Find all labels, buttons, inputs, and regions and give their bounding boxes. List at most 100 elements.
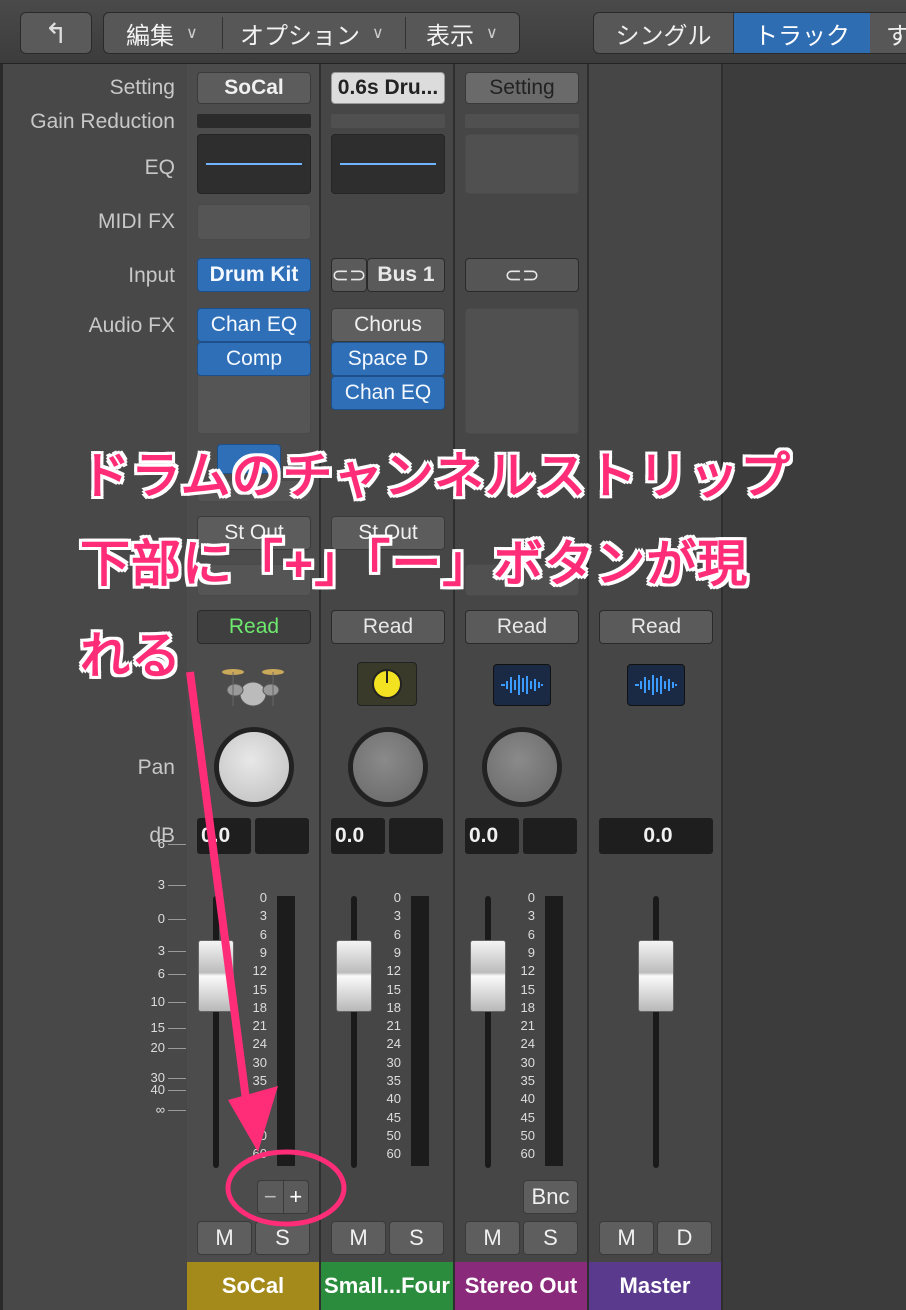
yellow-knob-icon[interactable] (357, 662, 417, 706)
meter-scale-tick: 60 (520, 1146, 535, 1162)
mute-button[interactable]: M (465, 1221, 520, 1255)
automation-button[interactable]: Read (599, 610, 713, 644)
dim-button[interactable]: D (657, 1221, 712, 1255)
meter-scale-tick: 12 (386, 963, 401, 979)
setting-button[interactable]: 0.6s Dru... (331, 72, 445, 104)
meter-scale-tick: 6 (259, 926, 267, 942)
meter-scale-tick: 0 (527, 890, 535, 905)
track-name[interactable]: Master (589, 1262, 721, 1310)
track-name[interactable]: Small...Four (321, 1262, 453, 1310)
mute-button[interactable]: M (331, 1221, 386, 1255)
meter-scale-tick: 35 (386, 1073, 401, 1088)
track-name[interactable]: SoCal (187, 1262, 319, 1310)
minus-button[interactable]: − (258, 1181, 284, 1213)
volume-fader-track[interactable] (653, 896, 659, 1168)
drum-kit-icon[interactable] (221, 660, 285, 710)
fader-scale-tick: 15 (150, 1020, 165, 1035)
back-arrow-icon: ↰ (44, 17, 68, 49)
solo-button[interactable]: S (389, 1221, 444, 1255)
tab-all[interactable]: す (886, 13, 906, 53)
pan-knob[interactable] (487, 732, 557, 802)
chevron-down-icon: ∨ (372, 25, 384, 42)
mute-button[interactable]: M (197, 1221, 252, 1255)
volume-fader-track[interactable] (213, 896, 219, 1168)
meter-scale-tick: 3 (393, 908, 401, 924)
menu-options[interactable]: オプション ∨ (240, 13, 384, 53)
meter-scale-tick: 12 (520, 963, 535, 979)
setting-button[interactable]: Setting (465, 72, 579, 104)
fader-scale-tick: 3 (157, 877, 165, 892)
menu-edit[interactable]: 編集 ∨ (126, 13, 198, 53)
waveform-icon[interactable] (493, 664, 551, 706)
channel-strip-aux: 0.6s Dru... ⊂⊃ Bus 1 Chorus Space D Chan… (321, 64, 455, 1310)
level-meter (545, 896, 563, 1166)
back-button[interactable]: ↰ (20, 12, 92, 54)
fader-scale-tick: 6 (157, 836, 165, 851)
meter-scale-tick: 50 (520, 1127, 535, 1143)
audio-fx-slot-comp[interactable]: Comp (197, 342, 311, 376)
audio-fx-slot-chan-eq[interactable]: Chan EQ (331, 376, 445, 410)
eq-curve (340, 163, 436, 165)
link-icon[interactable]: ⊂⊃ (465, 258, 579, 292)
fader-scale-line (168, 1002, 186, 1003)
audio-fx-slot-space-d[interactable]: Space D (331, 342, 445, 376)
volume-fader-track[interactable] (485, 896, 491, 1168)
volume-fader-track[interactable] (351, 896, 357, 1168)
automation-button[interactable]: Read (197, 610, 311, 644)
midi-fx-slot[interactable] (197, 204, 311, 240)
channel-strip-socal: SoCal Drum Kit Chan EQ Comp St Out Read … (187, 64, 321, 1310)
plus-button[interactable]: + (284, 1181, 309, 1213)
fader-scale-tick: ∞ (155, 1102, 165, 1117)
chevron-down-icon: ∨ (486, 25, 498, 42)
setting-button[interactable]: SoCal (197, 72, 311, 104)
audio-fx-area[interactable] (465, 308, 579, 434)
volume-fader-handle[interactable] (198, 940, 234, 1012)
tab-tracks[interactable]: トラック (734, 13, 870, 53)
automation-button[interactable]: Read (331, 610, 445, 644)
fader-scale-tick: 20 (150, 1040, 165, 1055)
meter-scale-tick: 35 (520, 1073, 535, 1088)
pan-knob[interactable] (219, 732, 289, 802)
label-eq: EQ (144, 156, 175, 179)
db-readout: 0.0 (599, 818, 713, 854)
meter-scale-tick: 12 (252, 963, 267, 979)
peak-readout (255, 818, 309, 854)
meter-scale-tick: 50 (252, 1127, 267, 1143)
meter-scale-tick: 15 (252, 981, 267, 997)
volume-fader-handle[interactable] (336, 940, 372, 1012)
eq-thumbnail[interactable] (331, 134, 445, 194)
link-icon[interactable]: ⊂⊃ (331, 258, 367, 292)
meter-scale-tick: 45 (386, 1109, 401, 1125)
meter-scale-tick: 30 (252, 1054, 267, 1070)
eq-thumbnail[interactable] (465, 134, 579, 194)
mute-button[interactable]: M (599, 1221, 654, 1255)
menu-view-label: 表示 (426, 22, 474, 50)
meter-scale-tick: 21 (252, 1018, 267, 1034)
input-button[interactable]: Bus 1 (367, 258, 445, 292)
volume-fader-handle[interactable] (470, 940, 506, 1012)
menu-view[interactable]: 表示 ∨ (426, 13, 498, 53)
pan-knob[interactable] (353, 732, 423, 802)
solo-button[interactable]: S (523, 1221, 578, 1255)
automation-button[interactable]: Read (465, 610, 579, 644)
level-meter (277, 896, 295, 1166)
meter-scale-tick: 18 (386, 999, 401, 1015)
meter-scale-tick: 35 (252, 1073, 267, 1088)
menu-bar: 編集 ∨ オプション ∨ 表示 ∨ (103, 12, 520, 54)
tab-single[interactable]: シングル (594, 13, 734, 53)
audio-fx-slot-chorus[interactable]: Chorus (331, 308, 445, 342)
meter-scale-tick: 6 (393, 926, 401, 942)
volume-fader-handle[interactable] (638, 940, 674, 1012)
meter-scale-tick: 6 (527, 926, 535, 942)
meter-scale-tick: 45 (252, 1109, 267, 1125)
track-name[interactable]: Stereo Out (455, 1262, 587, 1310)
level-meter (411, 896, 429, 1166)
chevron-down-icon: ∨ (186, 25, 198, 42)
gain-reduction-meter (331, 114, 445, 128)
input-button[interactable]: Drum Kit (197, 258, 311, 292)
solo-button[interactable]: S (255, 1221, 310, 1255)
waveform-icon[interactable] (627, 664, 685, 706)
bounce-button[interactable]: Bnc (523, 1180, 578, 1214)
audio-fx-slot-chan-eq[interactable]: Chan EQ (197, 308, 311, 342)
eq-thumbnail[interactable] (197, 134, 311, 194)
